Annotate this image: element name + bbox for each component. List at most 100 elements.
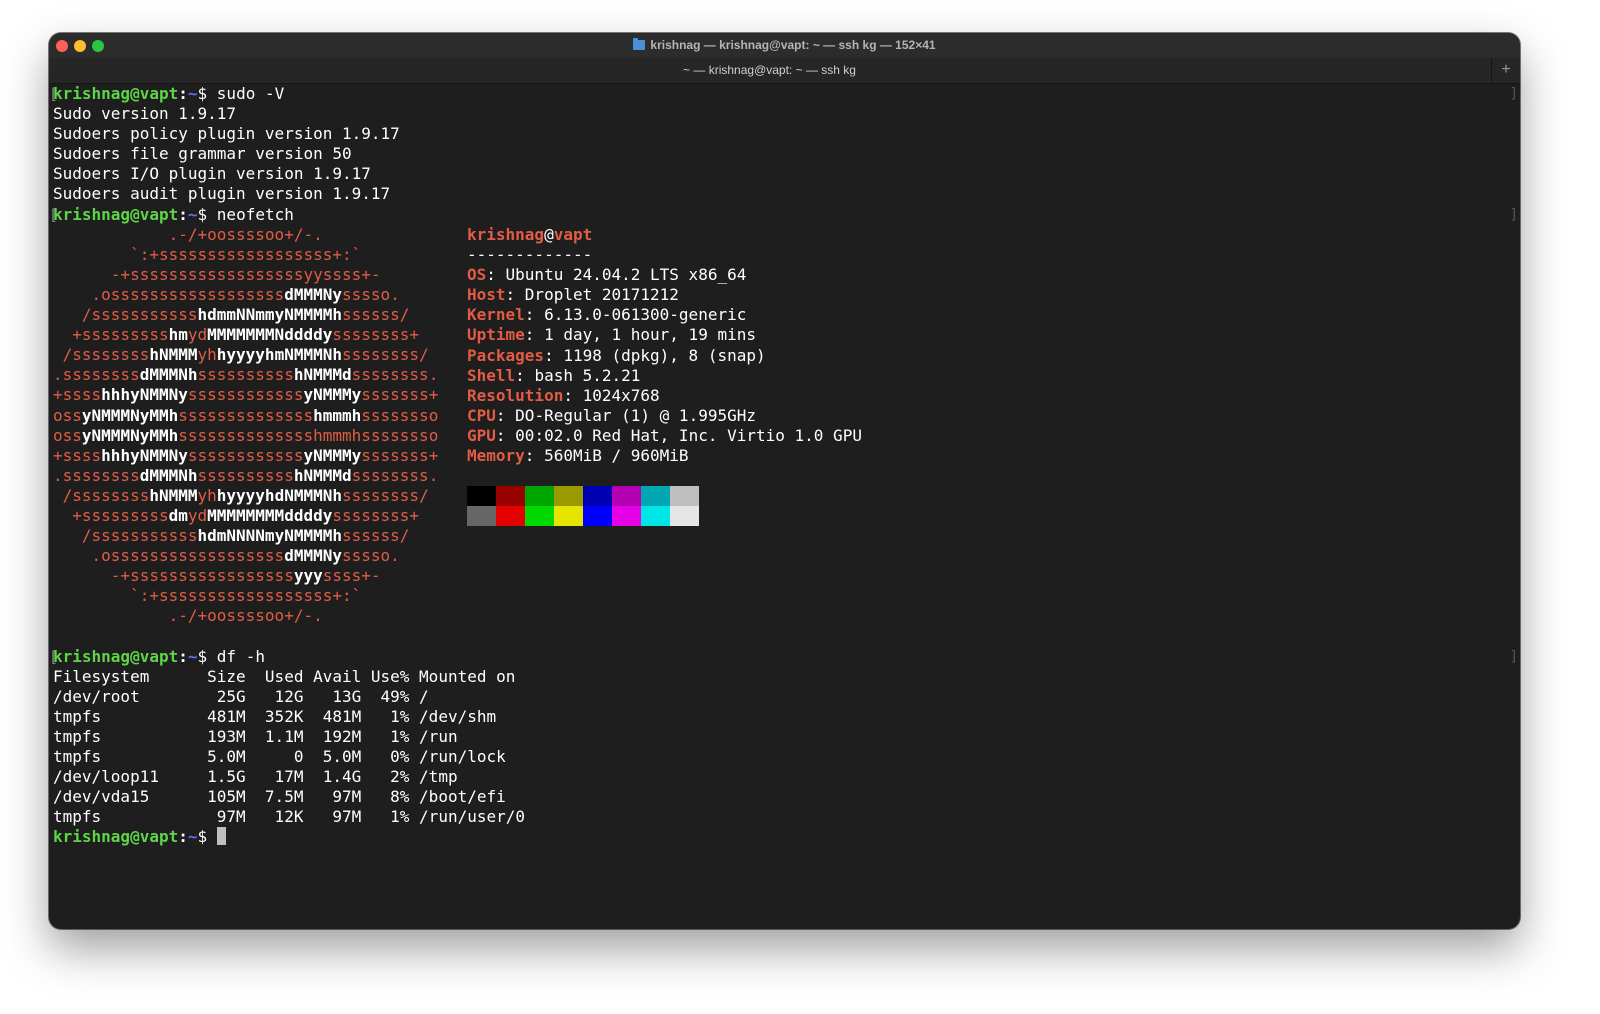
neofetch-info: krishnag@vapt ------------- OS: Ubuntu 24.… <box>467 225 862 466</box>
info-value: Droplet 20171212 <box>524 285 679 305</box>
sudo-output-text: Sudo version 1.9.17 <box>53 104 237 124</box>
df-header-line: Filesystem Size Used Avail Use% Mounted … <box>53 667 525 687</box>
ascii-logo-segment: +sssssssss <box>53 505 169 525</box>
ascii-logo-segment: yh <box>197 345 217 365</box>
text-cursor <box>216 827 226 846</box>
ascii-logo-segment: sssso. <box>341 284 400 304</box>
info-line: CPU: DO-Regular (1) @ 1.995GHz <box>467 406 862 426</box>
sudo-output-text: Sudoers I/O plugin version 1.9.17 <box>53 164 371 184</box>
info-key: Resolution <box>467 385 564 405</box>
palette-swatch <box>670 486 699 506</box>
info-key: Memory <box>467 446 525 466</box>
info-title-user: krishnag <box>467 225 545 244</box>
window-title: krishnag — krishnag@vapt: ~ — ssh kg — 1… <box>650 38 936 52</box>
ascii-logo-segment: hhhyNMMNy <box>101 445 188 465</box>
mark-bracket-right: ] <box>1509 648 1518 665</box>
ascii-logo-line: `:+ssssssssssssssssss+:` <box>53 586 525 606</box>
palette-swatch <box>583 506 612 526</box>
prompt-line: krishnag@vapt:~$ sudo -V <box>53 84 525 104</box>
info-value: 1 day, 1 hour, 19 mins <box>544 325 756 345</box>
ascii-logo-segment: hNMMMd <box>293 365 352 385</box>
terminal-content[interactable]: [ [ [ ] ] ] krishnag@vapt:~$ sudo -V Sudo… <box>49 84 1520 929</box>
ascii-logo-segment: .ssssssss <box>53 365 140 385</box>
info-line: Uptime: 1 day, 1 hour, 19 mins <box>467 325 862 345</box>
palette-swatch <box>496 486 525 506</box>
df-row: tmpfs 481M 352K 481M 1% /dev/shm <box>53 707 525 727</box>
ascii-logo-segment: hNMMM <box>149 485 198 505</box>
ascii-logo-segment: yNMMMy <box>303 385 362 405</box>
ascii-logo-segment: dMMMNh <box>139 465 198 485</box>
ascii-logo-segment: ssss+- <box>322 566 381 586</box>
info-title-host: vapt <box>553 225 593 244</box>
ascii-logo-line: .ssssssssdMMMNhsssssssssshNMMMdssssssss. <box>53 466 525 486</box>
info-key: Shell <box>467 365 516 385</box>
df-row-text: tmpfs 481M 352K 481M 1% /dev/shm <box>53 706 497 726</box>
color-palette <box>467 486 699 526</box>
command-text: df -h <box>216 646 265 666</box>
ascii-logo-line: +sssshhhyNMMNyssssssssssssyNMMMysssssss+ <box>53 446 525 466</box>
prompt-line: krishnag@vapt:~$ df -h <box>53 647 525 667</box>
palette-swatch <box>467 486 496 506</box>
ascii-logo-segment: /ssssssss <box>53 485 150 505</box>
ascii-logo-segment: ssssssssssssss <box>178 405 314 425</box>
info-value: 1024x768 <box>582 385 660 405</box>
ascii-logo-segment: .ossssssssssssssssss <box>53 546 285 566</box>
ascii-logo-segment: hm <box>168 325 188 345</box>
ascii-logo-segment: yd <box>187 505 208 525</box>
ascii-logo-segment: ssssssss. <box>351 365 439 385</box>
info-title-at: @ <box>544 225 554 244</box>
info-colon: : <box>515 365 535 385</box>
palette-swatch <box>583 486 612 506</box>
sudo-output-text: Sudoers policy plugin version 1.9.17 <box>53 124 400 144</box>
info-key: Host <box>467 285 506 305</box>
ascii-logo-segment: yh <box>197 485 217 505</box>
ascii-logo-segment: /ssssssss <box>53 345 150 365</box>
palette-swatch <box>612 506 641 526</box>
ascii-logo-segment: .-/+oossssoo+/-. <box>53 224 323 244</box>
prompt-path: ~ <box>187 204 198 224</box>
info-value: 00:02.0 Red Hat, Inc. Virtio 1.0 GPU <box>515 425 862 445</box>
info-line: Memory: 560MiB / 960MiB <box>467 446 862 466</box>
ascii-logo-line: ossyNMMMNyMMhsssssssssssssshmmmhssssssso <box>53 426 525 446</box>
ascii-logo-segment: ssssssss. <box>351 465 439 485</box>
df-row-text: /dev/vda15 105M 7.5M 97M 8% /boot/efi <box>53 787 506 807</box>
sudo-output-line: Sudoers policy plugin version 1.9.17 <box>53 124 525 144</box>
ascii-logo-segment: ssssssss/ <box>342 345 429 365</box>
prompt-separator: : <box>178 646 188 666</box>
ascii-logo-segment: hyyyyhmNMMMNh <box>216 345 342 365</box>
info-title-line: krishnag@vapt <box>467 225 862 245</box>
new-tab-button[interactable]: + <box>1491 58 1520 83</box>
terminal-window: krishnag — krishnag@vapt: ~ — ssh kg — 1… <box>49 33 1520 929</box>
ascii-logo-segment: oss <box>53 425 82 445</box>
sudo-output-text: Sudoers file grammar version 50 <box>53 144 352 164</box>
palette-swatch <box>641 506 670 526</box>
title-bar[interactable]: krishnag — krishnag@vapt: ~ — ssh kg — 1… <box>49 33 1520 58</box>
ascii-logo-segment: dMMMNh <box>139 365 198 385</box>
info-value: bash 5.2.21 <box>534 365 641 385</box>
ascii-logo-segment: hmmmh <box>313 405 362 425</box>
info-colon: : <box>524 305 545 325</box>
df-header: Filesystem Size Used Avail Use% Mounted … <box>53 666 516 686</box>
ascii-logo-line: /sssssssshNMMMyhhyyyyhdNMMMNhssssssss/ <box>53 486 525 506</box>
ascii-logo-segment: sssssss+ <box>361 445 439 465</box>
tab-bar: ~ — krishnag@vapt: ~ — ssh kg + <box>49 58 1520 84</box>
info-key: Kernel <box>467 305 525 325</box>
ascii-logo-line: -+sssssssssssssssssyyyssss+- <box>53 566 525 586</box>
window-title-wrap: krishnag — krishnag@vapt: ~ — ssh kg — 1… <box>49 38 1520 52</box>
tab-active[interactable]: ~ — krishnag@vapt: ~ — ssh kg <box>49 63 1490 77</box>
ascii-logo-segment: ssssssss+ <box>332 505 420 525</box>
ascii-logo-segment: oss <box>53 405 82 425</box>
sudo-output-line: Sudo version 1.9.17 <box>53 104 525 124</box>
info-line: GPU: 00:02.0 Red Hat, Inc. Virtio 1.0 GP… <box>467 426 862 446</box>
ascii-logo-segment: sssssss+ <box>361 385 439 405</box>
ascii-logo-segment: /sssssssssss <box>53 526 198 546</box>
ascii-logo-segment: ssssssss/ <box>342 485 429 505</box>
palette-swatch <box>641 486 670 506</box>
ascii-logo-segment: .-/+oossssoo+/-. <box>53 606 323 626</box>
info-colon: : <box>505 285 525 305</box>
ascii-logo-segment: yNMMMNyMMh <box>81 425 179 445</box>
prompt-symbol: $ <box>197 84 208 103</box>
prompt-user-host: krishnag@vapt <box>53 646 179 666</box>
df-row-text: /dev/root 25G 12G 13G 49% / <box>53 686 429 706</box>
